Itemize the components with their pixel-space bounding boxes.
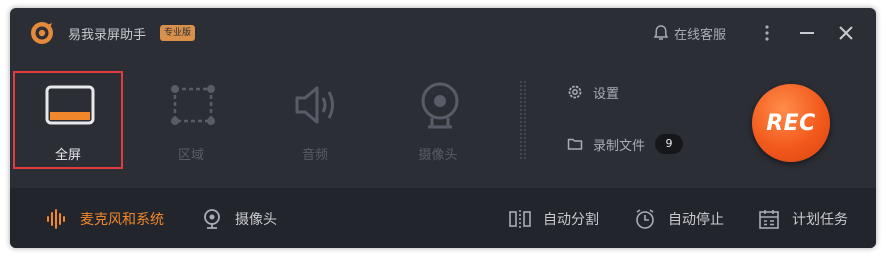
more-vertical-icon xyxy=(765,25,769,41)
auto-stop-label: 自动停止 xyxy=(668,212,724,228)
webcam-small-icon xyxy=(204,209,220,229)
record-label: REC xyxy=(766,110,816,136)
sound-wave-icon xyxy=(47,209,65,229)
title-bar: 易我录屏助手 专业版 在线客服 xyxy=(10,8,876,58)
settings-label: 设置 xyxy=(593,86,620,102)
alarm-clock-icon xyxy=(636,209,654,229)
mode-audio-button[interactable]: 音频 xyxy=(260,71,370,169)
auto-split-label: 自动分割 xyxy=(543,212,599,228)
online-support-button[interactable]: 在线客服 xyxy=(652,23,726,43)
app-title: 易我录屏助手 xyxy=(68,28,147,43)
mic-system-audio-label: 麦克风和系统 xyxy=(80,212,164,228)
recorded-files-link[interactable]: 录制文件 9 xyxy=(567,134,684,154)
mode-fullscreen-button[interactable]: 全屏 xyxy=(13,71,123,169)
close-icon xyxy=(839,26,853,40)
folder-icon xyxy=(567,138,583,150)
support-bell-icon xyxy=(653,25,669,40)
mode-fullscreen-label: 全屏 xyxy=(54,148,81,163)
recorded-files-label: 录制文件 xyxy=(593,138,646,154)
bottom-toolbar: 麦克风和系统 摄像头 自动分割 自动停止 计划任务 xyxy=(10,188,876,248)
mode-region-button[interactable]: 区域 xyxy=(136,71,246,169)
app-logo-icon xyxy=(31,22,53,44)
mode-webcam-button[interactable]: 摄像头 xyxy=(383,71,493,169)
mode-region-label: 区域 xyxy=(177,148,204,163)
settings-link[interactable]: 设置 xyxy=(567,82,619,102)
webcam-icon xyxy=(421,82,459,129)
speaker-icon xyxy=(295,86,334,124)
mode-webcam-label: 摄像头 xyxy=(418,148,458,163)
mic-system-audio-button[interactable]: 麦克风和系统 xyxy=(46,207,164,231)
gear-icon xyxy=(568,85,582,99)
more-menu-button[interactable] xyxy=(756,22,778,44)
scheduled-task-button[interactable]: 计划任务 xyxy=(758,207,848,231)
file-count-badge: 9 xyxy=(655,134,684,154)
minimize-button[interactable] xyxy=(796,22,818,44)
region-icon xyxy=(171,85,215,125)
webcam-toggle-label: 摄像头 xyxy=(235,212,277,228)
fullscreen-icon xyxy=(45,85,95,125)
recorder-window: 易我录屏助手 专业版 在线客服 全屏 区域 音频 摄像头 设置 录制文件 9 R… xyxy=(10,8,876,248)
mode-audio-label: 音频 xyxy=(301,148,328,163)
divider xyxy=(519,80,527,160)
close-button[interactable] xyxy=(835,22,857,44)
calendar-icon xyxy=(759,210,779,229)
minimize-icon xyxy=(800,32,814,34)
split-icon xyxy=(509,210,531,228)
auto-stop-button[interactable]: 自动停止 xyxy=(634,207,724,231)
online-support-label: 在线客服 xyxy=(674,27,727,43)
scheduled-task-label: 计划任务 xyxy=(792,212,848,228)
edition-badge: 专业版 xyxy=(160,25,196,41)
record-button[interactable]: REC xyxy=(752,84,830,162)
auto-split-button[interactable]: 自动分割 xyxy=(509,207,599,231)
webcam-toggle-button[interactable]: 摄像头 xyxy=(201,207,277,231)
